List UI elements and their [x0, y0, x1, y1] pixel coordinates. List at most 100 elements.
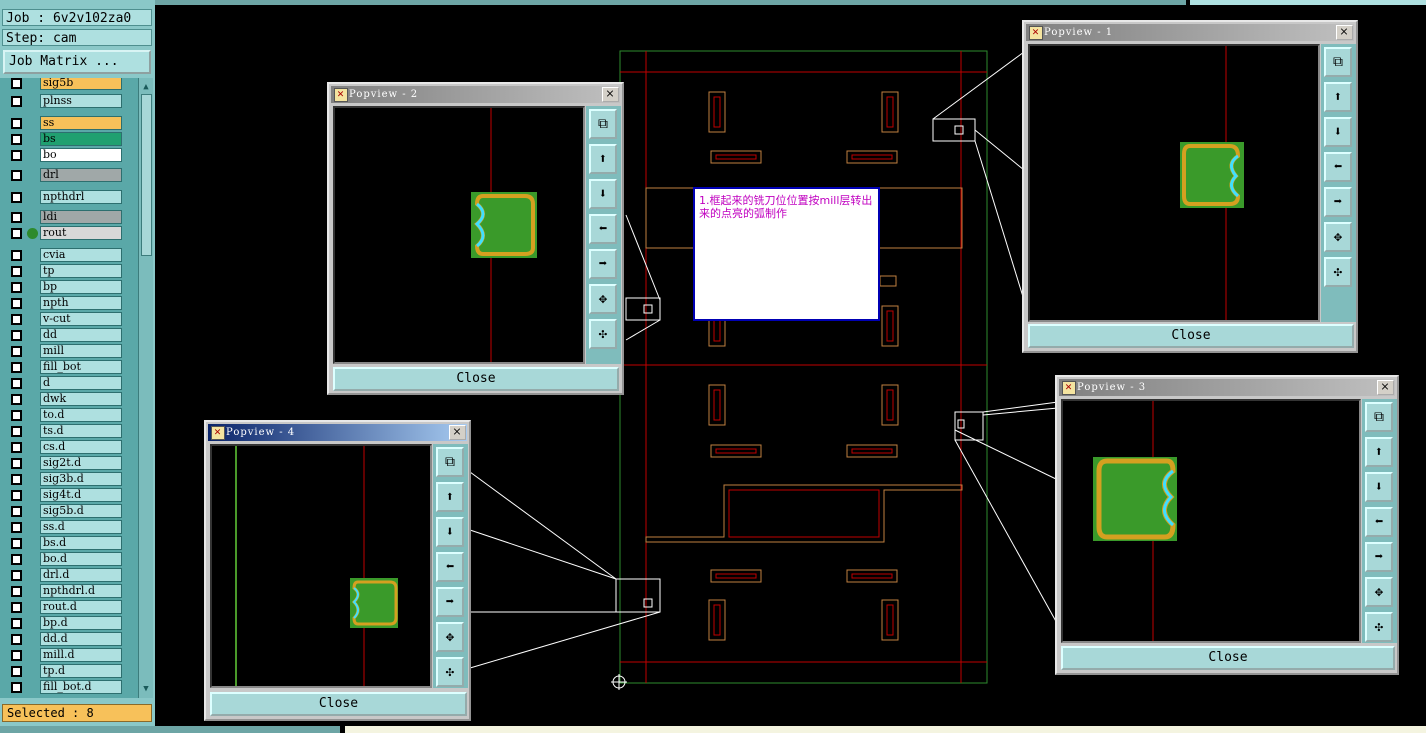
pan-right-icon[interactable]: ➡ — [589, 249, 617, 279]
zoom-fit-icon[interactable]: ⧉ — [1324, 47, 1352, 77]
pan-up-icon[interactable]: ⬆ — [436, 482, 464, 512]
zoom-fit-icon[interactable]: ⧉ — [1365, 402, 1393, 432]
pad — [851, 448, 893, 454]
zoom-out-icon[interactable]: ✣ — [1324, 257, 1352, 287]
popview-2-close-button[interactable]: Close — [333, 367, 619, 391]
popview-4-toolbar: ⧉ ⬆ ⬇ ⬅ ➡ ✥ ✣ — [433, 444, 468, 688]
zoom-out-icon[interactable]: ✣ — [589, 319, 617, 349]
leader-line — [974, 140, 1025, 301]
pad — [851, 573, 893, 579]
pan-down-icon[interactable]: ⬇ — [436, 517, 464, 547]
pad — [846, 569, 898, 583]
pan-right-icon[interactable]: ➡ — [1365, 542, 1393, 572]
leader-line — [982, 407, 1059, 416]
pad — [710, 150, 762, 164]
popview-1-title: Popview - 1 — [1044, 27, 1114, 38]
leader-line — [954, 429, 1059, 481]
popview-4-close-button[interactable]: Close — [210, 692, 467, 716]
close-icon[interactable]: × — [449, 425, 466, 440]
popview-2-title: Popview - 2 — [349, 89, 419, 100]
popview-3-close-button[interactable]: Close — [1061, 646, 1395, 670]
pan-left-icon[interactable]: ⬅ — [1365, 507, 1393, 537]
popview-1-titlebar[interactable]: ✕ Popview - 1 × — [1026, 24, 1354, 41]
popview-1-toolbar: ⧉ ⬆ ⬇ ⬅ ➡ ✥ ✣ — [1321, 44, 1356, 322]
pad — [713, 604, 721, 636]
leader-line — [625, 214, 661, 301]
window-icon: ✕ — [1029, 26, 1043, 40]
pad — [846, 444, 898, 458]
popview-1-close-button[interactable]: Close — [1028, 324, 1354, 348]
leader-line — [954, 439, 1059, 626]
popview-4-title: Popview - 4 — [226, 427, 296, 438]
pad — [886, 604, 894, 636]
pan-right-icon[interactable]: ➡ — [436, 587, 464, 617]
board-outline — [619, 50, 988, 684]
callout-box — [932, 118, 976, 142]
pan-left-icon[interactable]: ⬅ — [1324, 152, 1352, 182]
pan-down-icon[interactable]: ⬇ — [589, 179, 617, 209]
pan-up-icon[interactable]: ⬆ — [1365, 437, 1393, 467]
popview-3-title: Popview - 3 — [1077, 382, 1147, 393]
leader-line — [469, 529, 617, 580]
pan-up-icon[interactable]: ⬆ — [1324, 82, 1352, 112]
pad — [713, 389, 721, 421]
pad — [886, 389, 894, 421]
popview-4-window[interactable]: ✕ Popview - 4 × ⧉ ⬆ ⬇ ⬅ ➡ ✥ ✣ Close — [204, 420, 471, 721]
callout-box — [625, 297, 661, 321]
annotation-note: 1.框起来的铣刀位位置按mill层转出来的点亮的弧制作 — [693, 187, 880, 321]
popview-3-titlebar[interactable]: ✕ Popview - 3 × — [1059, 379, 1395, 396]
popview-3-view[interactable] — [1061, 399, 1361, 643]
popview-4-view[interactable] — [210, 444, 432, 688]
pad — [886, 310, 894, 342]
leader-line — [932, 51, 1025, 120]
pad — [881, 305, 899, 347]
popview-1-view[interactable] — [1028, 44, 1320, 322]
pad — [886, 96, 894, 128]
pad — [715, 573, 757, 579]
popview-1-window[interactable]: ✕ Popview - 1 × ⧉ ⬆ ⬇ ⬅ ➡ ✥ ✣ Close — [1022, 20, 1358, 353]
pan-right-icon[interactable]: ➡ — [1324, 187, 1352, 217]
zoom-in-icon[interactable]: ✥ — [1365, 577, 1393, 607]
window-icon: ✕ — [1062, 381, 1076, 395]
zoom-out-icon[interactable]: ✣ — [436, 657, 464, 687]
pad — [881, 384, 899, 426]
leader-line — [982, 401, 1059, 413]
pad — [846, 150, 898, 164]
pan-down-icon[interactable]: ⬇ — [1324, 117, 1352, 147]
callout-box — [643, 598, 653, 608]
popview-3-toolbar: ⧉ ⬆ ⬇ ⬅ ➡ ✥ ✣ — [1362, 399, 1397, 643]
pad — [851, 154, 893, 160]
zoom-fit-icon[interactable]: ⧉ — [589, 109, 617, 139]
close-icon[interactable]: × — [602, 87, 619, 102]
pan-left-icon[interactable]: ⬅ — [589, 214, 617, 244]
popview-2-view[interactable] — [333, 106, 585, 364]
callout-box — [954, 411, 984, 441]
pad — [708, 599, 726, 641]
popview-2-titlebar[interactable]: ✕ Popview - 2 × — [331, 86, 620, 103]
pad — [710, 444, 762, 458]
pad — [708, 91, 726, 133]
callout-box — [643, 304, 653, 314]
pad — [710, 569, 762, 583]
zoom-fit-icon[interactable]: ⧉ — [436, 447, 464, 477]
popview-2-toolbar: ⧉ ⬆ ⬇ ⬅ ➡ ✥ ✣ — [586, 106, 621, 364]
leader-line — [469, 611, 661, 669]
zoom-in-icon[interactable]: ✥ — [589, 284, 617, 314]
callout-box — [615, 578, 661, 613]
pan-down-icon[interactable]: ⬇ — [1365, 472, 1393, 502]
pad — [715, 154, 757, 160]
popview-2-window[interactable]: ✕ Popview - 2 × ⧉ ⬆ ⬇ ⬅ ➡ ✥ ✣ Close — [327, 82, 624, 395]
pan-left-icon[interactable]: ⬅ — [436, 552, 464, 582]
popview-3-window[interactable]: ✕ Popview - 3 × ⧉ ⬆ ⬇ ⬅ ➡ ✥ ✣ Close — [1055, 375, 1399, 675]
popview-4-titlebar[interactable]: ✕ Popview - 4 × — [208, 424, 467, 441]
pad — [881, 91, 899, 133]
zoom-out-icon[interactable]: ✣ — [1365, 612, 1393, 642]
close-icon[interactable]: × — [1377, 380, 1394, 395]
pad — [881, 599, 899, 641]
window-icon: ✕ — [211, 426, 225, 440]
zoom-in-icon[interactable]: ✥ — [1324, 222, 1352, 252]
zoom-in-icon[interactable]: ✥ — [436, 622, 464, 652]
close-icon[interactable]: × — [1336, 25, 1353, 40]
pad — [879, 275, 897, 287]
pan-up-icon[interactable]: ⬆ — [589, 144, 617, 174]
